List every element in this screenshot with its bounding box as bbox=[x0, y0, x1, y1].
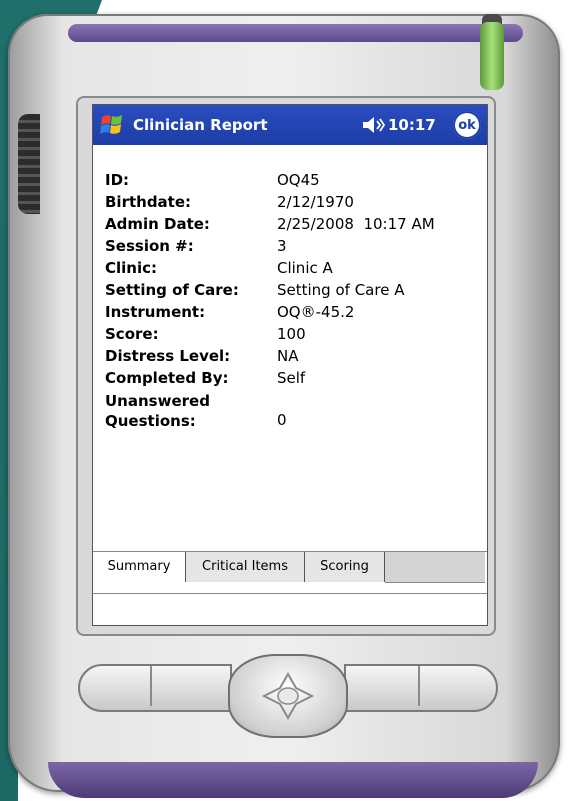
field-score: Score: 100 bbox=[105, 325, 485, 347]
field-value: OQ45 bbox=[277, 171, 320, 189]
field-instrument: Instrument: OQ®-45.2 bbox=[105, 303, 485, 325]
field-unanswered-questions: Unanswered Questions: 0 bbox=[105, 391, 485, 431]
speaker-icon[interactable] bbox=[361, 115, 387, 135]
hardware-buttons bbox=[78, 654, 498, 738]
field-completed-by: Completed By: Self bbox=[105, 369, 485, 391]
device-top-band bbox=[68, 24, 523, 42]
field-label: Instrument: bbox=[105, 303, 206, 321]
field-admin-date: Admin Date: 2/25/2008 10:17 AM bbox=[105, 215, 485, 237]
scroll-wheel[interactable] bbox=[18, 114, 40, 214]
tab-strip: Summary Critical Items Scoring bbox=[93, 551, 487, 584]
right-hardware-button[interactable] bbox=[344, 664, 498, 712]
field-label: Birthdate: bbox=[105, 193, 192, 211]
field-distress-level: Distress Level: NA bbox=[105, 347, 485, 369]
field-value: OQ®-45.2 bbox=[277, 303, 355, 321]
tab-strip-filler bbox=[385, 552, 485, 583]
button-divider bbox=[150, 666, 152, 706]
menu-bar[interactable] bbox=[93, 593, 487, 625]
field-label: Distress Level: bbox=[105, 347, 231, 365]
tab-critical-items[interactable]: Critical Items bbox=[186, 552, 305, 582]
field-label: Admin Date: bbox=[105, 215, 210, 233]
title-bar: Clinician Report 10:17 ok bbox=[93, 105, 487, 145]
device-screen: Clinician Report 10:17 ok ID: OQ45 Birth… bbox=[92, 104, 488, 626]
field-value: Clinic A bbox=[277, 259, 333, 277]
tab-scoring[interactable]: Scoring bbox=[305, 552, 385, 582]
dpad-button[interactable] bbox=[228, 654, 348, 738]
field-value: 2/12/1970 bbox=[277, 193, 354, 211]
field-value: Setting of Care A bbox=[277, 281, 405, 299]
app-title: Clinician Report bbox=[133, 116, 268, 134]
stylus-icon[interactable] bbox=[480, 22, 504, 90]
field-value: 100 bbox=[277, 325, 306, 343]
clock[interactable]: 10:17 bbox=[388, 116, 436, 134]
field-clinic: Clinic: Clinic A bbox=[105, 259, 485, 281]
field-value: 3 bbox=[277, 237, 287, 255]
field-id: ID: OQ45 bbox=[105, 171, 485, 193]
field-label: Completed By: bbox=[105, 369, 229, 387]
field-birthdate: Birthdate: 2/12/1970 bbox=[105, 193, 485, 215]
field-value: NA bbox=[277, 347, 299, 365]
field-label: ID: bbox=[105, 171, 130, 189]
windows-start-icon[interactable] bbox=[99, 112, 125, 138]
dpad-icon bbox=[261, 671, 315, 721]
field-label: Unanswered Questions: bbox=[105, 392, 210, 430]
button-divider bbox=[418, 666, 420, 706]
tab-summary[interactable]: Summary bbox=[93, 552, 186, 582]
device-bottom-band bbox=[48, 762, 538, 798]
field-label: Clinic: bbox=[105, 259, 158, 277]
field-label: Score: bbox=[105, 325, 159, 343]
field-label: Setting of Care: bbox=[105, 281, 239, 299]
field-session: Session #: 3 bbox=[105, 237, 485, 259]
field-value: 2/25/2008 10:17 AM bbox=[277, 215, 435, 233]
field-value: 0 bbox=[277, 411, 287, 429]
report-fields: ID: OQ45 Birthdate: 2/12/1970 Admin Date… bbox=[105, 171, 485, 431]
field-label: Session #: bbox=[105, 237, 194, 255]
field-value: Self bbox=[277, 369, 306, 387]
left-hardware-button[interactable] bbox=[78, 664, 232, 712]
ok-button[interactable]: ok bbox=[453, 111, 481, 139]
field-setting-of-care: Setting of Care: Setting of Care A bbox=[105, 281, 485, 303]
